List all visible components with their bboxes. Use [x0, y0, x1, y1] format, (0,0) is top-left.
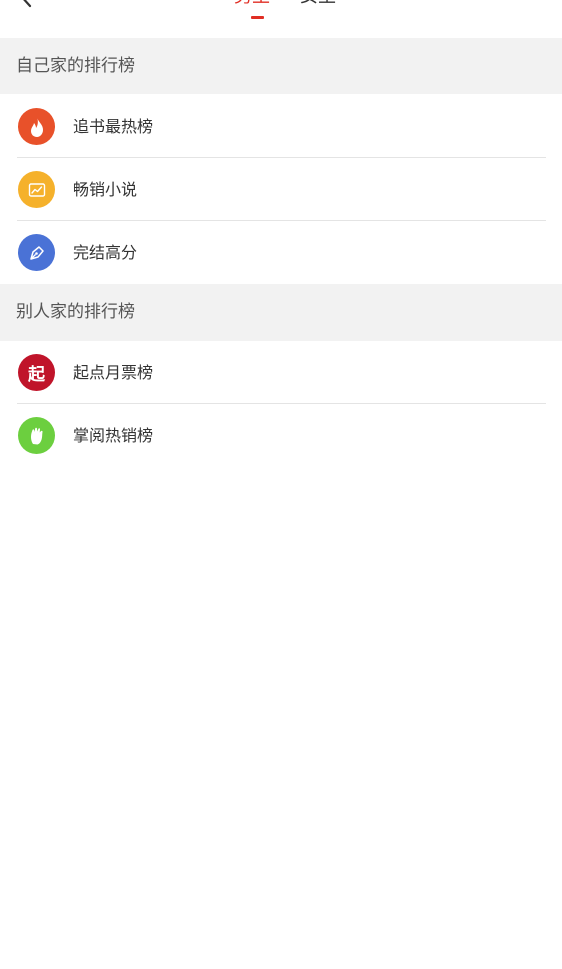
tab-male[interactable]: 男生	[234, 0, 270, 8]
fire-icon	[18, 108, 55, 145]
list-item-bestselling-novels[interactable]: 畅销小说	[0, 158, 562, 221]
list-item-qidian-monthly-ticket[interactable]: 起 起点月票榜	[0, 341, 562, 404]
back-arrow-icon	[23, 0, 32, 8]
list-item-completed-high-score[interactable]: 完结高分	[0, 221, 562, 284]
list-item-label: 追书最热榜	[73, 117, 154, 136]
list-item-label: 掌阅热销榜	[73, 426, 154, 445]
qidian-logo-text: 起	[28, 365, 45, 385]
pen-nib-icon	[18, 234, 55, 271]
list-item-label: 完结高分	[73, 243, 138, 262]
section-header-own-rankings: 自己家的排行榜	[0, 38, 562, 94]
active-tab-indicator	[251, 16, 264, 19]
trending-chart-icon	[18, 171, 55, 208]
section-title: 自己家的排行榜	[16, 56, 135, 76]
back-button[interactable]	[16, 0, 36, 8]
list-item-label: 畅销小说	[73, 180, 138, 199]
list-item-label: 起点月票榜	[73, 363, 154, 382]
list-item-zhuishu-hot[interactable]: 追书最热榜	[0, 95, 562, 158]
top-navigation-bar: 男生 女生	[0, 0, 562, 38]
palm-hand-icon	[18, 417, 55, 454]
section-title: 别人家的排行榜	[16, 302, 135, 322]
section-header-others-rankings: 别人家的排行榜	[0, 284, 562, 341]
tab-female[interactable]: 女生	[300, 0, 336, 8]
qidian-logo-icon: 起	[18, 354, 55, 391]
list-item-zhangyue-bestselling[interactable]: 掌阅热销榜	[0, 404, 562, 467]
